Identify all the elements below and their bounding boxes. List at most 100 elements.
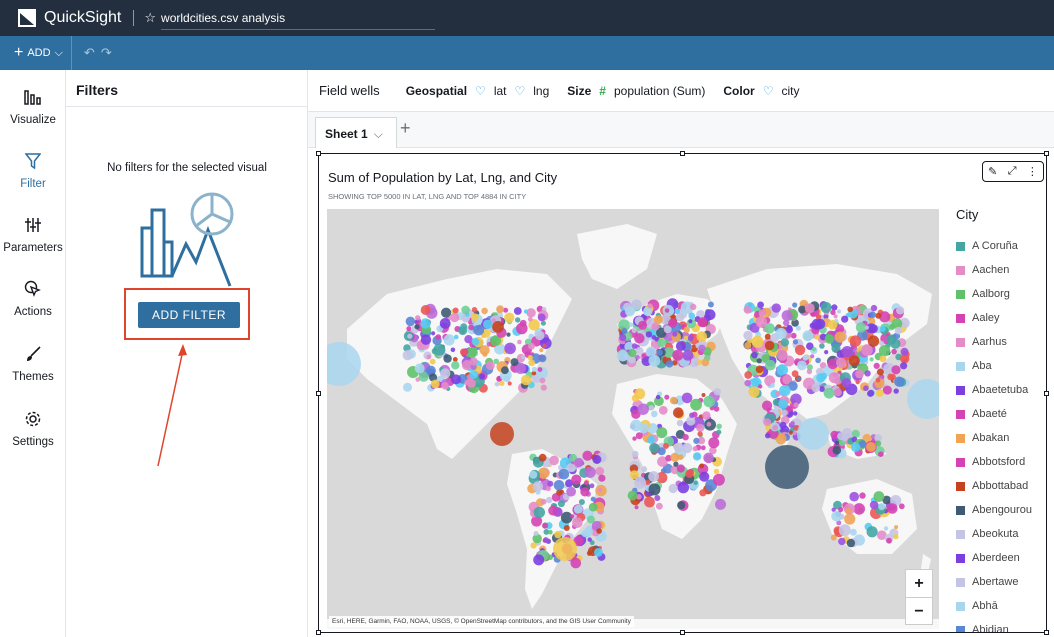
city-bubble[interactable] xyxy=(501,366,509,375)
city-bubble[interactable] xyxy=(835,357,847,368)
city-bubble[interactable] xyxy=(886,537,892,544)
city-bubble[interactable] xyxy=(893,388,899,394)
city-bubble[interactable] xyxy=(832,445,842,455)
city-bubble[interactable] xyxy=(429,358,436,365)
city-bubble[interactable] xyxy=(687,335,694,342)
city-bubble[interactable] xyxy=(515,317,521,323)
city-bubble[interactable] xyxy=(792,302,798,308)
city-bubble[interactable] xyxy=(690,303,697,311)
city-bubble[interactable] xyxy=(772,424,779,431)
city-bubble[interactable] xyxy=(844,513,856,525)
city-bubble[interactable] xyxy=(496,305,504,314)
city-bubble[interactable] xyxy=(598,474,606,482)
city-bubble[interactable] xyxy=(595,466,605,476)
city-bubble[interactable] xyxy=(452,307,459,314)
city-bubble[interactable] xyxy=(673,407,684,418)
city-bubble[interactable] xyxy=(823,387,835,399)
city-bubble[interactable] xyxy=(548,529,553,535)
city-bubble[interactable] xyxy=(893,534,899,540)
city-bubble[interactable] xyxy=(688,319,693,324)
city-bubble[interactable] xyxy=(504,342,516,355)
city-bubble[interactable] xyxy=(494,381,500,387)
city-bubble[interactable] xyxy=(619,334,627,342)
city-bubble[interactable] xyxy=(682,349,694,361)
city-bubble[interactable] xyxy=(814,318,826,330)
city-bubble[interactable] xyxy=(631,327,637,333)
city-bubble[interactable] xyxy=(435,334,442,340)
city-bubble[interactable] xyxy=(563,525,570,531)
star-icon[interactable]: ☆ xyxy=(144,10,156,26)
city-bubble[interactable] xyxy=(654,495,661,501)
city-bubble[interactable] xyxy=(523,309,529,314)
city-bubble[interactable] xyxy=(780,409,788,417)
expand-icon[interactable]: ⤢ xyxy=(1008,165,1017,178)
city-bubble[interactable] xyxy=(894,376,905,387)
city-bubble[interactable] xyxy=(583,527,593,537)
city-bubble[interactable] xyxy=(849,491,859,502)
city-bubble[interactable] xyxy=(809,322,816,329)
city-bubble[interactable] xyxy=(907,379,939,419)
city-bubble[interactable] xyxy=(648,483,661,496)
city-bubble[interactable] xyxy=(775,327,787,340)
city-bubble[interactable] xyxy=(635,432,643,440)
redo-icon[interactable]: ↷ xyxy=(101,45,118,61)
city-bubble[interactable] xyxy=(588,502,598,512)
city-bubble[interactable] xyxy=(452,357,458,362)
city-bubble[interactable] xyxy=(655,394,661,400)
city-bubble[interactable] xyxy=(697,431,703,437)
legend-item[interactable]: Aalborg xyxy=(956,282,1048,306)
city-bubble[interactable] xyxy=(415,315,421,321)
city-bubble[interactable] xyxy=(770,383,775,388)
city-bubble[interactable] xyxy=(631,450,639,458)
city-bubble[interactable] xyxy=(440,368,451,379)
city-bubble[interactable] xyxy=(504,312,515,323)
city-bubble[interactable] xyxy=(879,355,887,363)
city-bubble[interactable] xyxy=(532,481,543,492)
city-bubble[interactable] xyxy=(859,492,866,499)
quicksight-logo-icon[interactable] xyxy=(18,9,36,27)
city-bubble[interactable] xyxy=(841,346,853,358)
city-bubble[interactable] xyxy=(841,315,849,323)
legend-item[interactable]: Abeokuta xyxy=(956,522,1048,546)
legend-item[interactable]: Aba xyxy=(956,354,1048,378)
city-bubble[interactable] xyxy=(683,335,689,341)
city-bubble[interactable] xyxy=(471,337,480,346)
city-bubble[interactable] xyxy=(431,331,436,336)
city-bubble[interactable] xyxy=(582,450,593,461)
city-bubble[interactable] xyxy=(648,354,661,367)
legend-item[interactable]: Abaeté xyxy=(956,402,1048,426)
city-bubble[interactable] xyxy=(765,433,771,439)
city-bubble[interactable] xyxy=(676,419,684,427)
city-bubble[interactable] xyxy=(460,348,467,356)
city-bubble[interactable] xyxy=(651,410,658,418)
size-field[interactable]: population (Sum) xyxy=(614,84,705,98)
city-bubble[interactable] xyxy=(797,360,807,371)
city-bubble[interactable] xyxy=(535,330,545,341)
city-bubble[interactable] xyxy=(520,374,532,386)
city-bubble[interactable] xyxy=(653,315,663,325)
legend-item[interactable]: Aberdeen xyxy=(956,546,1048,570)
city-bubble[interactable] xyxy=(539,348,544,353)
city-bubble[interactable] xyxy=(869,357,874,362)
city-bubble[interactable] xyxy=(656,349,663,356)
city-bubble[interactable] xyxy=(867,389,875,397)
city-bubble[interactable] xyxy=(656,502,663,510)
legend-item[interactable]: Aarhus xyxy=(956,330,1048,354)
city-bubble[interactable] xyxy=(458,326,468,336)
city-bubble[interactable] xyxy=(624,306,635,317)
add-filter-button[interactable]: ADD FILTER xyxy=(138,302,240,328)
city-bubble[interactable] xyxy=(845,507,852,514)
city-bubble[interactable] xyxy=(765,445,809,489)
city-bubble[interactable] xyxy=(649,442,660,454)
city-bubble[interactable] xyxy=(815,357,821,364)
city-bubble[interactable] xyxy=(468,347,478,357)
city-bubble[interactable] xyxy=(870,304,878,312)
city-bubble[interactable] xyxy=(540,498,547,505)
city-bubble[interactable] xyxy=(645,331,653,338)
city-bubble[interactable] xyxy=(816,373,826,383)
city-bubble[interactable] xyxy=(878,503,886,511)
city-bubble[interactable] xyxy=(847,306,853,313)
city-bubble[interactable] xyxy=(570,557,582,569)
tab-sheet-1[interactable]: Sheet 1 ⌵ xyxy=(315,117,397,148)
zoom-out-button[interactable]: − xyxy=(906,598,932,625)
